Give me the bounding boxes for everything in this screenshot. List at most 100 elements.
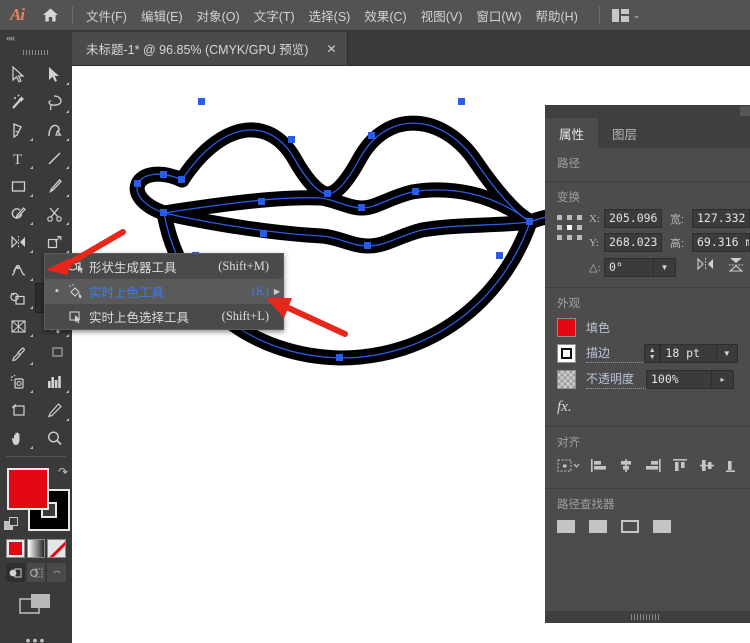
opacity-options-icon[interactable]: ▸: [712, 370, 734, 389]
stroke-weight-stepper[interactable]: ▲ ▼: [643, 344, 661, 363]
opacity-swatch[interactable]: [557, 370, 576, 389]
magic-wand-tool[interactable]: [0, 88, 36, 116]
opacity-input[interactable]: 100%: [646, 370, 712, 389]
rectangle-tool[interactable]: [0, 172, 36, 200]
app-logo: Ai: [9, 5, 25, 24]
gradient-mode-button[interactable]: [26, 539, 46, 558]
align-center-horizontal-icon[interactable]: [617, 458, 635, 478]
align-top-icon[interactable]: [671, 458, 689, 478]
stroke-color-swatch[interactable]: [557, 344, 576, 363]
fill-swatch[interactable]: [7, 468, 49, 510]
workspace-switcher[interactable]: ⌄: [606, 8, 641, 22]
zoom-tool[interactable]: [36, 424, 72, 452]
align-right-icon[interactable]: [644, 458, 662, 478]
more-tools-button[interactable]: •••: [0, 616, 72, 643]
chevron-right-icon[interactable]: ▶: [274, 287, 280, 296]
close-icon[interactable]: ✕: [322, 42, 340, 56]
panel-drag-bar[interactable]: [545, 106, 750, 118]
section-pathfinder-title: 路径查找器: [557, 499, 615, 511]
artboard-tool[interactable]: [0, 396, 36, 424]
align-bottom-icon[interactable]: [725, 458, 735, 478]
stroke-weight-input[interactable]: 18 pt: [660, 344, 717, 363]
height-label: 高:: [670, 237, 685, 250]
paintbrush-tool[interactable]: [36, 172, 72, 200]
flyout-item-shape-builder[interactable]: 形状生成器工具 (Shift+M): [45, 254, 283, 279]
menu-type[interactable]: 文字(T): [247, 3, 302, 28]
menu-items: 文件(F) 编辑(E) 对象(O) 文字(T) 选择(S) 效果(C) 视图(V…: [79, 3, 585, 28]
document-tab[interactable]: 未标题-1* @ 96.85% (CMYK/GPU 预览) ✕: [72, 32, 348, 65]
type-tool[interactable]: T: [0, 144, 36, 172]
toolbar-grip-handle[interactable]: [0, 46, 72, 58]
workspace-grid-icon: [611, 8, 629, 22]
flyout-item-live-paint-selection[interactable]: 实时上色选择工具 (Shift+L): [45, 304, 283, 329]
column-graph-tool[interactable]: [36, 368, 72, 396]
swap-fill-stroke-icon[interactable]: ↷: [58, 465, 68, 479]
slice-tool[interactable]: [36, 396, 72, 424]
menu-object[interactable]: 对象(O): [190, 3, 247, 28]
tab-layers[interactable]: 图层: [598, 118, 651, 148]
height-input[interactable]: 69.316 m: [692, 233, 750, 252]
document-tab-bar: 未标题-1* @ 96.85% (CMYK/GPU 预览) ✕: [72, 30, 750, 66]
panel-scrollbar[interactable]: [545, 611, 750, 623]
fx-button[interactable]: fx.: [557, 399, 572, 415]
pathfinder-exclude-icon[interactable]: [653, 520, 671, 533]
shape-builder-icon: [63, 260, 89, 274]
menu-edit[interactable]: 编辑(E): [134, 3, 190, 28]
blend-tool[interactable]: [36, 340, 72, 368]
toolbar-collapse-button[interactable]: ««: [0, 30, 72, 46]
width-input[interactable]: 127.332: [692, 209, 750, 228]
fill-row: 填色: [557, 318, 738, 337]
menu-select[interactable]: 选择(S): [302, 3, 358, 28]
menu-effect[interactable]: 效果(C): [357, 3, 413, 28]
menu-file[interactable]: 文件(F): [79, 3, 134, 28]
panel-menu-icon[interactable]: [740, 106, 750, 116]
shaper-tool[interactable]: [0, 200, 36, 228]
fill-color-swatch[interactable]: [557, 318, 576, 337]
y-input[interactable]: 268.023: [604, 233, 662, 252]
lasso-tool[interactable]: [36, 88, 72, 116]
scale-tool[interactable]: [36, 228, 72, 256]
opacity-row: 不透明度 100% ▸: [557, 370, 738, 389]
selection-tool[interactable]: [0, 60, 36, 88]
rotate-tool[interactable]: [0, 228, 36, 256]
pathfinder-intersect-icon[interactable]: [621, 520, 639, 533]
curvature-tool[interactable]: [36, 116, 72, 144]
default-fill-stroke-icon[interactable]: [4, 517, 20, 533]
width-tool[interactable]: [0, 256, 36, 284]
none-mode-button[interactable]: [47, 539, 67, 558]
scissors-tool[interactable]: [36, 200, 72, 228]
home-icon[interactable]: [34, 0, 66, 30]
menu-view[interactable]: 视图(V): [414, 3, 470, 28]
shape-builder-tool[interactable]: [0, 284, 36, 312]
pathfinder-minus-front-icon[interactable]: [589, 520, 607, 533]
change-screen-mode-button[interactable]: [0, 582, 72, 616]
line-segment-tool[interactable]: [36, 144, 72, 172]
align-to-dropdown[interactable]: [557, 458, 581, 478]
perspective-grid-tool[interactable]: [0, 312, 36, 340]
flyout-item-live-paint-bucket[interactable]: ▪ 实时上色工具 (K) ▶: [45, 279, 283, 304]
menu-window[interactable]: 窗口(W): [469, 3, 528, 28]
flip-vertical-icon[interactable]: [728, 257, 744, 277]
stroke-dropdown-icon[interactable]: ▼: [716, 344, 738, 363]
symbol-sprayer-tool[interactable]: [0, 368, 36, 396]
tab-properties[interactable]: 属性: [545, 118, 599, 148]
x-input[interactable]: 205.096: [604, 209, 662, 228]
eyedropper-tool[interactable]: [0, 340, 36, 368]
align-center-vertical-icon[interactable]: [698, 458, 716, 478]
align-left-icon[interactable]: [590, 458, 608, 478]
transform-reference-point[interactable]: [557, 215, 583, 241]
direct-selection-tool[interactable]: [36, 60, 72, 88]
hand-tool[interactable]: [0, 424, 36, 452]
pathfinder-unite-icon[interactable]: [557, 520, 575, 533]
flip-horizontal-icon[interactable]: [697, 257, 714, 277]
chevron-down-icon[interactable]: ▼: [654, 257, 676, 277]
draw-inside-button[interactable]: [47, 563, 67, 582]
draw-normal-button[interactable]: [6, 563, 25, 582]
pen-tool[interactable]: [0, 116, 36, 144]
chevron-down-icon: ⌄: [632, 9, 641, 20]
angle-input[interactable]: 0°: [604, 257, 654, 277]
color-mode-button[interactable]: [6, 539, 25, 558]
menu-help[interactable]: 帮助(H): [529, 3, 585, 28]
section-transform: 变换 X: 205.096 宽: 127.332 Y: 268.023 高: 6…: [545, 182, 750, 288]
draw-behind-button[interactable]: [26, 563, 46, 582]
